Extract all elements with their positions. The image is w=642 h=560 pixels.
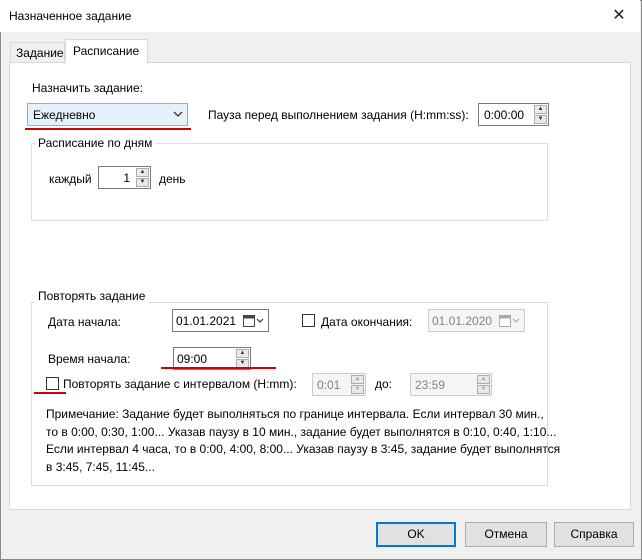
cancel-button[interactable]: Отмена <box>465 522 547 547</box>
spin-up-icon[interactable]: ▲ <box>236 349 249 358</box>
assign-value: Ежедневно <box>33 108 96 122</box>
spin-down-icon[interactable]: ▼ <box>534 115 547 124</box>
pause-value: 0:00:00 <box>484 108 525 122</box>
start-date-label: Дата начала: <box>48 315 121 329</box>
to-time-stepper[interactable]: 23:59 ▲ ▼ <box>410 373 492 396</box>
note-line: Примечание: Задание будет выполняться по… <box>46 407 544 421</box>
tab-schedule-label: Расписание <box>73 44 140 58</box>
spin-up-icon[interactable]: ▲ <box>534 105 547 114</box>
to-time-value: 23:59 <box>415 378 446 392</box>
note-text: Примечание: Задание будет выполняться по… <box>46 406 566 476</box>
repeat-interval-label: Повторять задание с интервалом (H:mm): <box>63 377 297 391</box>
tab-task-label: Задание <box>16 46 64 60</box>
start-date-picker[interactable]: 01.01.2021 <box>172 309 269 332</box>
spin-down-icon[interactable]: ▼ <box>136 178 149 187</box>
spin-up-icon[interactable]: ▲ <box>136 168 149 177</box>
every-label: каждый <box>49 172 92 186</box>
spin-down-icon: ▼ <box>351 385 364 394</box>
close-icon[interactable]: ✕ <box>608 6 630 26</box>
pause-label: Пауза перед выполнением задания (H:mm:ss… <box>208 108 469 122</box>
start-time-label: Время начала: <box>48 352 131 366</box>
spin-up-icon: ▲ <box>477 375 490 384</box>
spin-up-icon: ▲ <box>351 375 364 384</box>
tab-task[interactable]: Задание <box>10 42 65 62</box>
assign-highlight <box>25 128 191 130</box>
note-line: Если интервал 4 часа, то в 0:00, 4:00, 8… <box>46 442 561 456</box>
start-time-value: 09:00 <box>177 352 208 366</box>
end-date-value: 01.01.2020 <box>432 314 493 328</box>
interval-stepper[interactable]: 0:01 ▲ ▼ <box>312 373 366 396</box>
calendar-icon[interactable] <box>243 315 265 327</box>
assign-select[interactable]: Ежедневно <box>27 103 188 126</box>
window-title: Назначенное задание <box>9 9 132 23</box>
end-date-picker[interactable]: 01.01.2020 <box>428 309 525 332</box>
repeat-group-label: Повторять задание <box>35 289 149 303</box>
tab-schedule[interactable]: Расписание <box>65 39 148 64</box>
note-line: то в 0:00, 0:30, 1:00... Указав паузу в … <box>46 424 557 439</box>
to-label: до: <box>375 377 393 391</box>
pause-stepper[interactable]: 0:00:00 ▲ ▼ <box>478 103 549 126</box>
repeat-checkbox-highlight <box>34 392 66 394</box>
note-line: в 3:45, 7:45, 11:45... <box>46 459 155 474</box>
start-time-highlight <box>161 367 276 369</box>
end-date-checkbox[interactable] <box>302 314 315 327</box>
every-stepper[interactable]: 1 ▲ ▼ <box>98 166 151 189</box>
daily-group-label: Расписание по дням <box>35 136 156 150</box>
day-unit-label: день <box>159 172 186 186</box>
start-date-value: 01.01.2021 <box>176 314 237 328</box>
every-value: 1 <box>123 171 130 185</box>
assign-label: Назначить задание: <box>32 81 143 95</box>
help-button[interactable]: Справка <box>554 522 634 547</box>
interval-value: 0:01 <box>317 378 341 392</box>
spin-down-icon: ▼ <box>477 385 490 394</box>
repeat-interval-checkbox[interactable] <box>46 377 59 390</box>
end-date-label: Дата окончания: <box>321 315 413 329</box>
calendar-icon <box>499 315 520 327</box>
ok-button[interactable]: OK <box>376 522 456 547</box>
chevron-down-icon <box>173 111 183 117</box>
